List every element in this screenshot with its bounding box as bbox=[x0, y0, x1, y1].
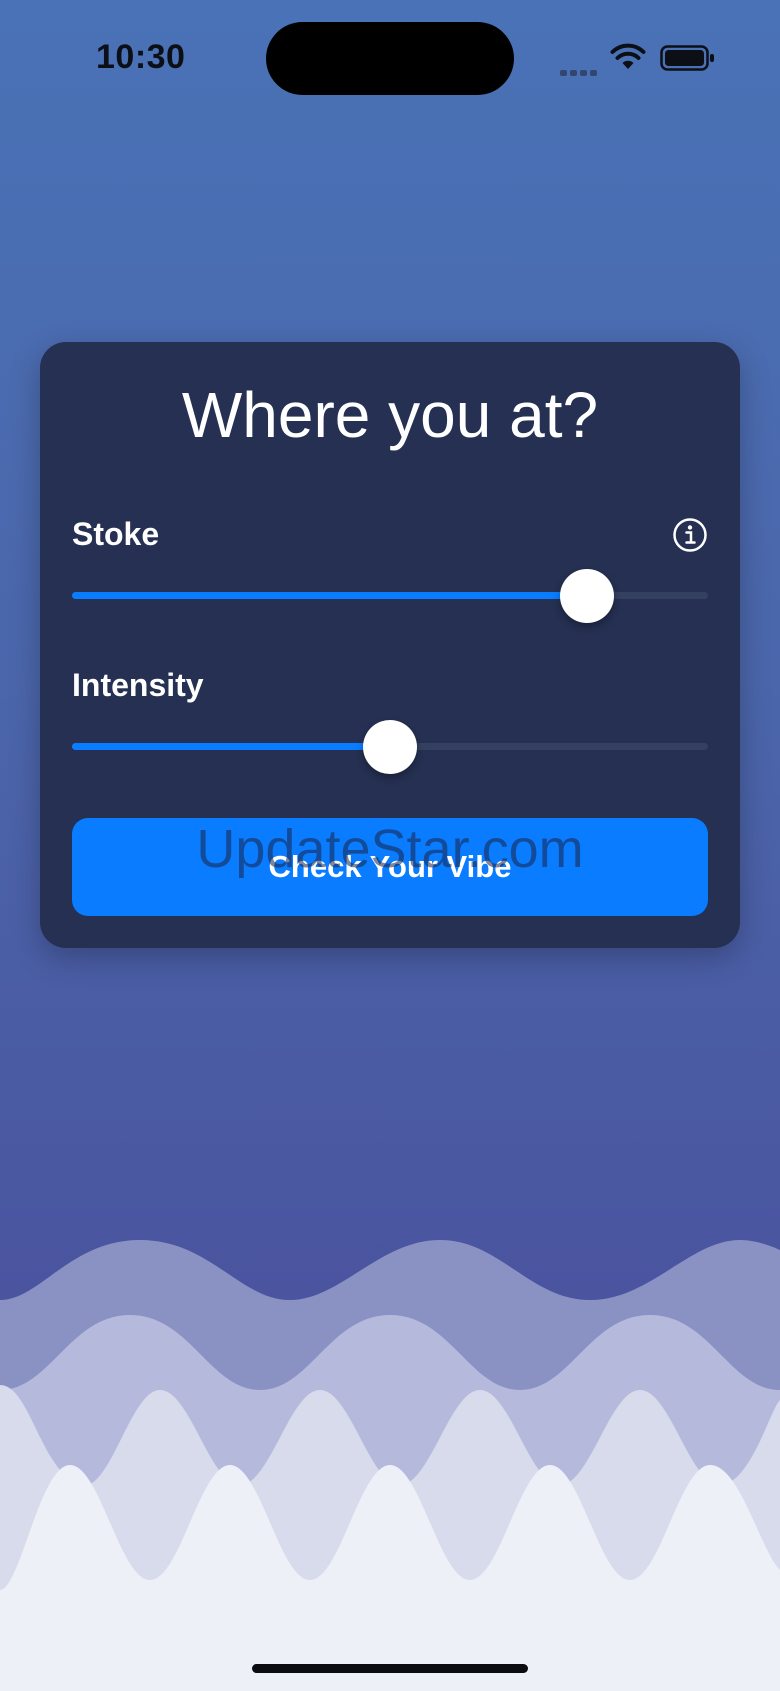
slider-thumb[interactable] bbox=[560, 569, 614, 623]
waves-decoration bbox=[0, 1240, 780, 1691]
intensity-slider[interactable] bbox=[72, 717, 708, 777]
card-title: Where you at? bbox=[181, 379, 599, 451]
home-indicator[interactable] bbox=[252, 1664, 528, 1673]
status-bar: 10:30 bbox=[0, 0, 780, 120]
intensity-label: Intensity bbox=[72, 667, 204, 703]
stoke-slider[interactable] bbox=[72, 566, 708, 626]
signal-icon bbox=[560, 63, 600, 76]
slider-fill bbox=[72, 592, 587, 599]
stoke-label: Stoke bbox=[72, 516, 160, 552]
status-time: 10:30 bbox=[96, 38, 186, 76]
battery-icon bbox=[660, 45, 714, 71]
vibe-card: Where you at? Stoke Intensity Check Your… bbox=[40, 342, 740, 948]
wifi-icon bbox=[610, 43, 646, 69]
info-icon[interactable] bbox=[672, 517, 708, 553]
check-vibe-button[interactable]: Check Your Vibe bbox=[72, 818, 708, 916]
dynamic-island bbox=[266, 22, 514, 95]
slider-fill bbox=[72, 743, 390, 750]
slider-thumb[interactable] bbox=[363, 720, 417, 774]
